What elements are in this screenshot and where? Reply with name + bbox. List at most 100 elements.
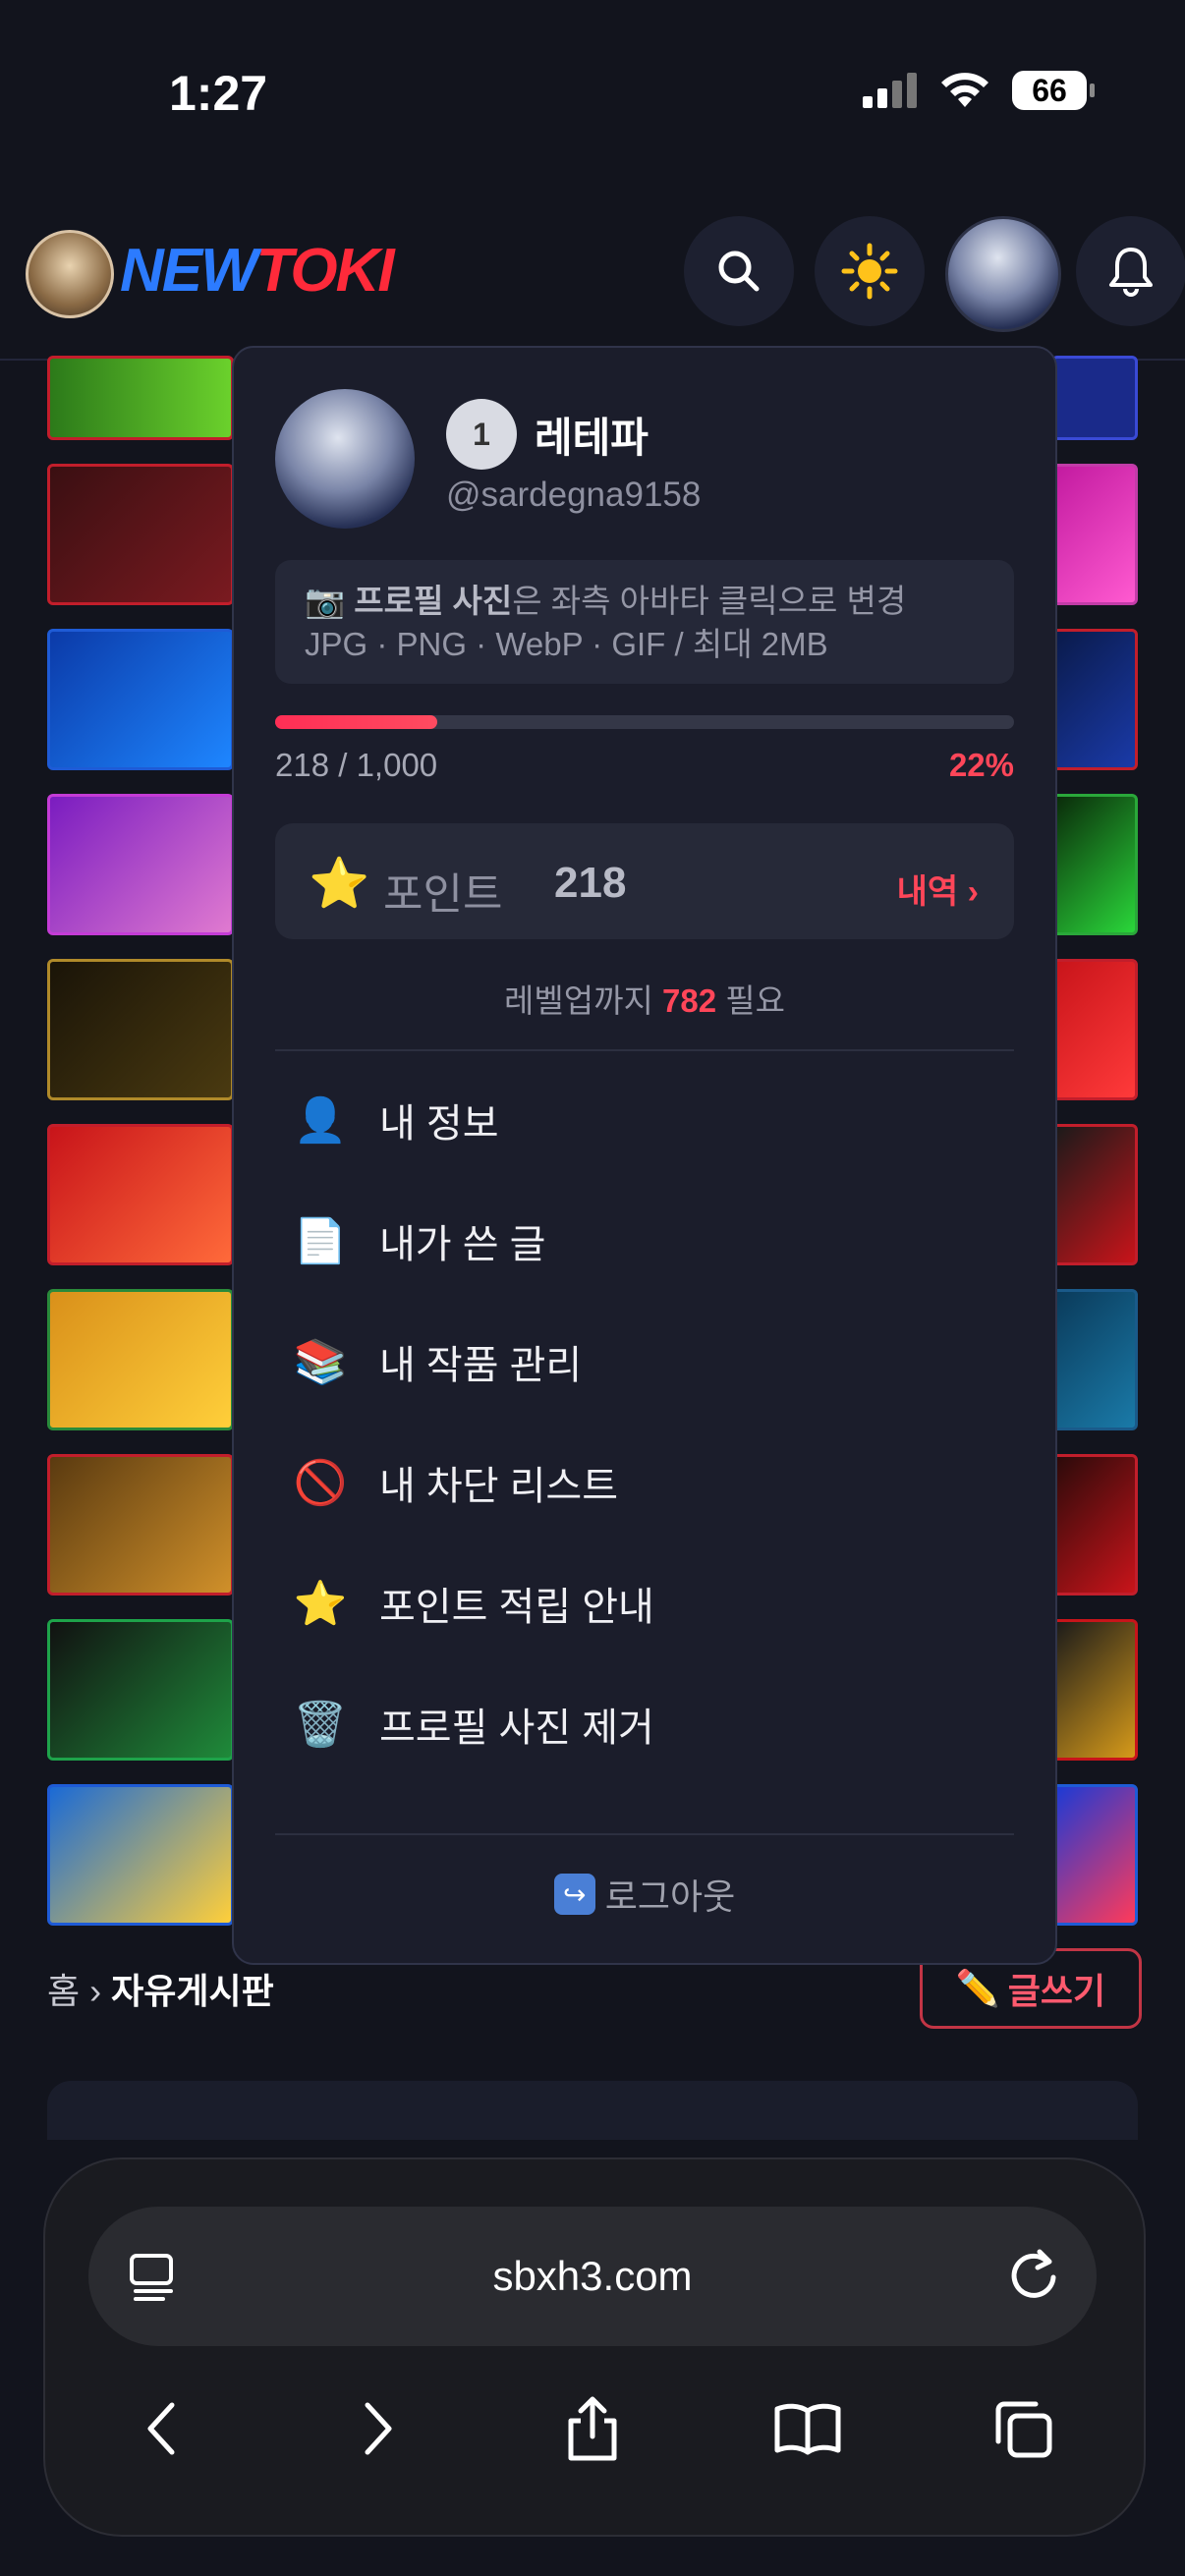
menu-item[interactable]: 🗑️ 프로필 사진 제거 [275, 1663, 1014, 1784]
points-value: 218 [554, 859, 627, 907]
search-button[interactable] [684, 216, 794, 326]
level-progress-percent: 22% [948, 747, 1014, 783]
browser-nav-row [88, 2380, 1097, 2478]
menu-item-label: 내가 쓴 글 [379, 1222, 546, 1266]
profile-handle: @sardegna9158 [446, 476, 702, 514]
ad-banner[interactable] [1051, 794, 1138, 935]
menu-item-label: 내 정보 [379, 1101, 499, 1146]
ad-banner[interactable] [47, 794, 234, 935]
breadcrumb-separator: › [89, 1971, 102, 2011]
menu-item-label: 프로필 사진 제거 [379, 1706, 654, 1750]
ad-banner[interactable] [47, 1454, 234, 1596]
menu-item-icon: 📄 [293, 1216, 348, 1265]
points-label: 포인트 [383, 870, 503, 919]
menu-item[interactable]: 👤 내 정보 [275, 1059, 1014, 1180]
pencil-icon: ✏️ [955, 1968, 1000, 2008]
ad-banner[interactable] [47, 1124, 234, 1265]
logout-button[interactable]: ↪ 로그아웃 [234, 1869, 1055, 1920]
book-icon [774, 2403, 841, 2455]
post-list-card [47, 2081, 1138, 2140]
ad-banner[interactable] [1051, 1784, 1138, 1926]
menu-item-icon: 🚫 [293, 1458, 348, 1507]
status-time: 1:27 [169, 66, 268, 121]
breadcrumb: 홈 › 자유게시판 [47, 1963, 274, 2014]
hint-text: 은 좌측 아바타 클릭으로 변경 [512, 583, 907, 619]
profile-dropdown: 1 레테파 @sardegna9158 📷 프로필 사진은 좌측 아바타 클릭으… [232, 346, 1057, 1965]
menu-item-icon: 🗑️ [293, 1700, 348, 1749]
level-progress-fill [275, 715, 438, 729]
ad-banner[interactable] [47, 1619, 234, 1761]
menu-item-icon: 📚 [293, 1337, 348, 1386]
level-progress-bar [275, 715, 1014, 729]
ad-banner[interactable] [1051, 959, 1138, 1100]
forward-button[interactable] [323, 2401, 431, 2456]
address-bar[interactable]: sbxh3.com [88, 2207, 1097, 2346]
divider [275, 1049, 1014, 1051]
sun-icon [841, 243, 898, 300]
level-badge: 1 [446, 399, 517, 470]
menu-item-label: 포인트 적립 안내 [379, 1585, 654, 1629]
back-button[interactable] [108, 2401, 216, 2456]
notifications-button[interactable] [1076, 216, 1185, 326]
user-avatar-button[interactable] [945, 216, 1061, 332]
theme-toggle-button[interactable] [815, 216, 925, 326]
menu-item[interactable]: ⭐ 포인트 적립 안내 [275, 1542, 1014, 1663]
battery-indicator: 66 [1012, 71, 1095, 110]
avatar-change-hint: 📷 프로필 사진은 좌측 아바타 클릭으로 변경 JPG · PNG · Web… [275, 560, 1014, 684]
menu-item[interactable]: 📚 내 작품 관리 [275, 1301, 1014, 1422]
levelup-remaining: 레벨업까지 782 필요 [504, 982, 785, 1019]
page-menu-icon[interactable] [128, 2252, 179, 2303]
menu-item-icon: 👤 [293, 1095, 348, 1145]
ad-banner[interactable] [47, 464, 234, 605]
points-card: ⭐ 포인트 218 내역 › [275, 823, 1014, 939]
menu-item-label: 내 작품 관리 [379, 1343, 583, 1387]
signal-icon [863, 73, 917, 108]
level-progress-text: 218 / 1,000 [275, 747, 438, 783]
ad-banner[interactable] [47, 1289, 234, 1430]
profile-avatar[interactable] [275, 389, 415, 529]
profile-menu-list: 👤 내 정보 📄 내가 쓴 글 📚 내 작품 관리 🚫 내 차단 리스트 ⭐ 포인트 적립 안내 🗑… [275, 1059, 1014, 1784]
tabs-button[interactable] [969, 2398, 1077, 2459]
ad-banner[interactable] [47, 959, 234, 1100]
url-text: sbxh3.com [492, 2253, 693, 2299]
ad-banners-left [47, 356, 234, 1949]
menu-item-label: 내 차단 리스트 [379, 1464, 619, 1508]
site-logo-avatar[interactable] [26, 230, 114, 318]
ad-banner[interactable] [1051, 1124, 1138, 1265]
points-history-link[interactable]: 내역 › [897, 865, 979, 913]
hint-bold: 프로필 사진 [354, 583, 513, 619]
ad-banner[interactable] [47, 356, 234, 440]
site-logo[interactable]: NEWTOKI [120, 236, 395, 306]
ad-banner[interactable] [1051, 464, 1138, 605]
logout-icon: ↪ [553, 1874, 595, 1915]
divider [275, 1833, 1014, 1835]
status-bar: 1:27 66 [0, 0, 1185, 196]
ad-banner[interactable] [47, 629, 234, 770]
share-icon [568, 2396, 617, 2461]
star-icon: ⭐ [309, 856, 370, 911]
ad-banners-right [1051, 356, 1138, 1949]
profile-name: 레테파 [535, 415, 649, 461]
ad-banner[interactable] [1051, 1289, 1138, 1430]
bell-icon [1109, 248, 1153, 297]
wifi-icon [941, 73, 988, 107]
chevron-left-icon [147, 2402, 175, 2455]
camera-icon: 📷 [305, 583, 346, 619]
write-post-label: 글쓰기 [1007, 1971, 1106, 2011]
breadcrumb-home[interactable]: 홈 [47, 1971, 80, 2011]
ad-banner[interactable] [1051, 356, 1138, 440]
ad-banner[interactable] [1051, 1619, 1138, 1761]
menu-item[interactable]: 📄 내가 쓴 글 [275, 1180, 1014, 1301]
menu-item[interactable]: 🚫 내 차단 리스트 [275, 1422, 1014, 1542]
hint-formats: JPG · PNG · WebP · GIF / 최대 2MB [305, 626, 828, 662]
bookmarks-button[interactable] [754, 2401, 862, 2456]
ad-banner[interactable] [47, 1784, 234, 1926]
share-button[interactable] [538, 2395, 647, 2462]
reload-icon[interactable] [1004, 2246, 1063, 2305]
chevron-right-icon [365, 2402, 392, 2455]
logout-label: 로그아웃 [604, 1876, 736, 1917]
ad-banner[interactable] [1051, 629, 1138, 770]
menu-item-icon: ⭐ [293, 1579, 348, 1628]
search-icon [718, 251, 760, 292]
ad-banner[interactable] [1051, 1454, 1138, 1596]
